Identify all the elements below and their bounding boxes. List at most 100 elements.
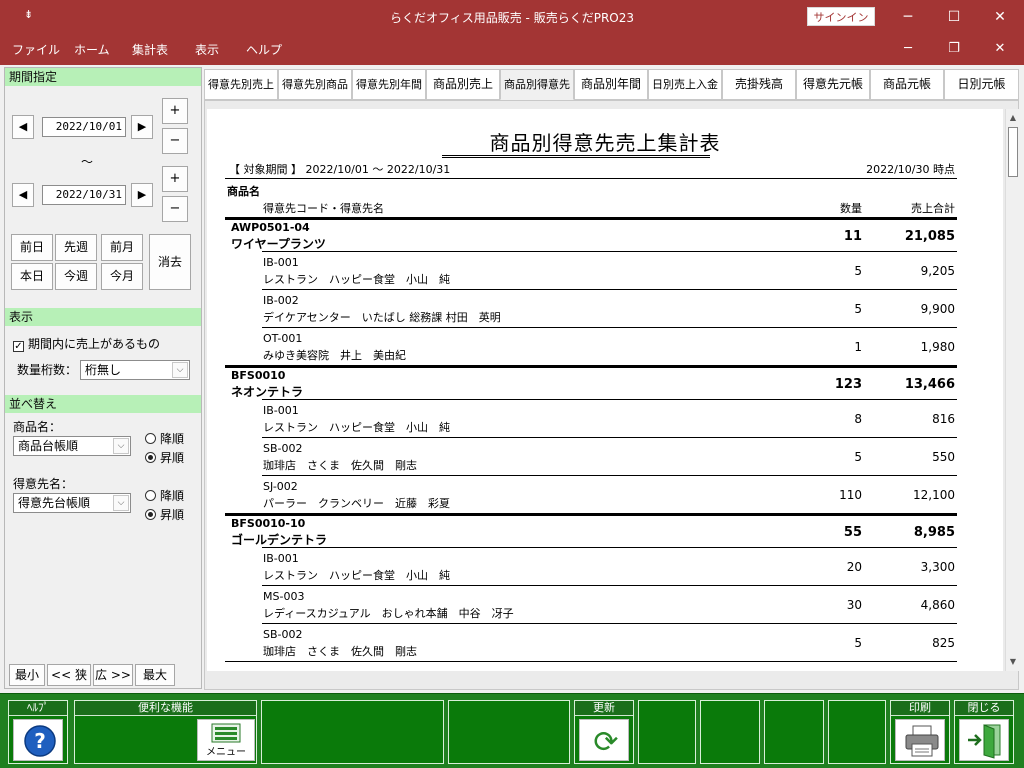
print-button[interactable] — [895, 719, 945, 761]
date-to-plus-button[interactable]: + — [162, 166, 188, 192]
product-asc-radio[interactable]: 昇順 — [145, 449, 184, 466]
help-icon: ? — [24, 725, 56, 757]
tab-customer-products[interactable]: 得意先別商品 — [278, 69, 352, 100]
date-to-next-button[interactable]: ▶ — [131, 183, 153, 207]
report-frame: 商品別得意先売上集計表 【 対象期間 】 2022/10/01 〜 2022/1… — [204, 100, 1019, 690]
menu-button[interactable]: メニュー — [197, 719, 255, 761]
mdi-restore-button[interactable]: ❐ — [939, 39, 969, 59]
print-key: 印刷 — [890, 700, 950, 764]
prev-month-button[interactable]: 前月 — [101, 234, 143, 261]
close-window-button[interactable]: ✕ — [985, 6, 1015, 28]
group-rule — [225, 217, 957, 220]
row-qty: 1 — [854, 340, 862, 354]
date-to-minus-button[interactable]: − — [162, 196, 188, 222]
menu-home[interactable]: ホーム — [74, 41, 110, 58]
tab-product-ledger[interactable]: 商品元帳 — [870, 69, 944, 100]
row-amount: 550 — [932, 450, 955, 464]
title-underline — [442, 155, 710, 158]
customer-code: SB-002 — [263, 628, 303, 641]
chevron-down-icon: ⌵ — [172, 362, 188, 378]
refresh-button[interactable]: ⟳ — [579, 719, 629, 761]
customer-code: MS-003 — [263, 590, 305, 603]
tools-key-label: 便利な機能 — [75, 701, 256, 716]
customer-asc-radio[interactable]: 昇順 — [145, 506, 184, 523]
product-qty: 55 — [843, 525, 862, 540]
product-desc-label: 降順 — [160, 432, 185, 446]
date-from-plus-button[interactable]: + — [162, 98, 188, 124]
row-qty: 8 — [854, 412, 862, 426]
product-amount: 21,085 — [904, 229, 955, 244]
vertical-scrollbar[interactable]: ▲ ▼ — [1005, 109, 1019, 671]
customer-name: みゆき美容院 井上 美由紀 — [263, 349, 406, 362]
customer-name: 珈琲店 さくま 佐久間 剛志 — [263, 645, 417, 658]
maximize-button[interactable]: ☐ — [939, 6, 969, 28]
signin-button[interactable]: サインイン — [807, 7, 875, 26]
customer-code: SB-002 — [263, 442, 303, 455]
clear-button[interactable]: 消去 — [149, 234, 191, 290]
product-name: ゴールデンテトラ — [231, 533, 328, 547]
menu-file[interactable]: ファイル — [12, 41, 60, 58]
product-asc-label: 昇順 — [160, 451, 185, 465]
tab-customer-annual[interactable]: 得意先別年間 — [352, 69, 426, 100]
prev-day-button[interactable]: 前日 — [11, 234, 53, 261]
date-to-input[interactable]: 2022/10/31 — [42, 185, 126, 205]
close-key: 閉じる — [954, 700, 1014, 764]
exit-door-icon — [968, 724, 1001, 759]
this-month-button[interactable]: 今月 — [101, 263, 143, 290]
empty-key-6 — [828, 700, 886, 764]
qty-digits-select[interactable]: 桁無し ⌵ — [80, 360, 190, 380]
chevron-down-icon: ⌵ — [113, 495, 129, 511]
zoom-max-button[interactable]: 最大 — [135, 664, 175, 686]
this-week-button[interactable]: 今週 — [55, 263, 97, 290]
tab-product-annual[interactable]: 商品別年間 — [574, 69, 648, 100]
zoom-wide-button[interactable]: 広 >> — [93, 664, 133, 686]
customer-desc-radio[interactable]: 降順 — [145, 487, 184, 504]
zoom-min-button[interactable]: 最小 — [9, 664, 45, 686]
row-amount: 825 — [932, 636, 955, 650]
menu-bar: ファイル ホーム 集計表 表示 ヘルプ ─ ❐ ✕ — [0, 33, 1024, 65]
scroll-down-icon[interactable]: ▼ — [1007, 655, 1019, 669]
product-name: ワイヤープランツ — [231, 237, 326, 251]
zoom-narrow-button[interactable]: << 狭 — [47, 664, 91, 686]
scroll-thumb[interactable] — [1008, 127, 1018, 177]
mdi-close-button[interactable]: ✕ — [985, 39, 1015, 59]
menu-summary[interactable]: 集計表 — [132, 41, 168, 58]
customer-asc-label: 昇順 — [160, 508, 185, 522]
radio-icon — [145, 433, 156, 444]
tab-daily-sales-payments[interactable]: 日別売上入金 — [648, 69, 722, 100]
today-button[interactable]: 本日 — [11, 263, 53, 290]
date-from-prev-button[interactable]: ◀ — [12, 115, 34, 139]
range-separator: 〜 — [81, 155, 94, 169]
tab-customer-sales[interactable]: 得意先別売上 — [204, 69, 278, 100]
tab-daily-ledger[interactable]: 日別元帳 — [944, 69, 1019, 100]
date-from-input[interactable]: 2022/10/01 — [42, 117, 126, 137]
customer-sort-value: 得意先台帳順 — [18, 496, 91, 510]
report-as-of: 2022/10/30 時点 — [866, 163, 955, 176]
tab-customer-ledger[interactable]: 得意先元帳 — [796, 69, 870, 100]
row-amount: 1,980 — [920, 340, 955, 354]
date-to-prev-button[interactable]: ◀ — [12, 183, 34, 207]
date-from-minus-button[interactable]: − — [162, 128, 188, 154]
date-from-next-button[interactable]: ▶ — [131, 115, 153, 139]
tab-product-sales[interactable]: 商品別売上 — [426, 69, 500, 100]
mdi-minimize-button[interactable]: ─ — [893, 39, 923, 59]
product-desc-radio[interactable]: 降順 — [145, 430, 184, 447]
prev-week-button[interactable]: 先週 — [55, 234, 97, 261]
row-rule — [262, 585, 957, 586]
empty-key-4 — [700, 700, 760, 764]
report-title: 商品別得意先売上集計表 — [489, 131, 721, 155]
help-button[interactable]: ? — [13, 719, 63, 761]
tab-receivables[interactable]: 売掛残高 — [722, 69, 796, 100]
tab-product-customers[interactable]: 商品別得意先 — [500, 69, 574, 100]
customer-sort-select[interactable]: 得意先台帳順 ⌵ — [13, 493, 131, 513]
check-icon: ✓ — [13, 341, 24, 352]
menu-help[interactable]: ヘルプ — [246, 41, 282, 58]
close-button[interactable] — [959, 719, 1009, 761]
row-rule — [262, 327, 957, 328]
sales-in-period-checkbox[interactable]: ✓ 期間内に売上があるもの — [13, 335, 160, 352]
product-sort-select[interactable]: 商品台帳順 ⌵ — [13, 436, 131, 456]
customer-code: OT-001 — [263, 332, 303, 345]
scroll-up-icon[interactable]: ▲ — [1007, 111, 1019, 125]
menu-view[interactable]: 表示 — [195, 41, 219, 58]
minimize-button[interactable]: ─ — [893, 6, 923, 28]
